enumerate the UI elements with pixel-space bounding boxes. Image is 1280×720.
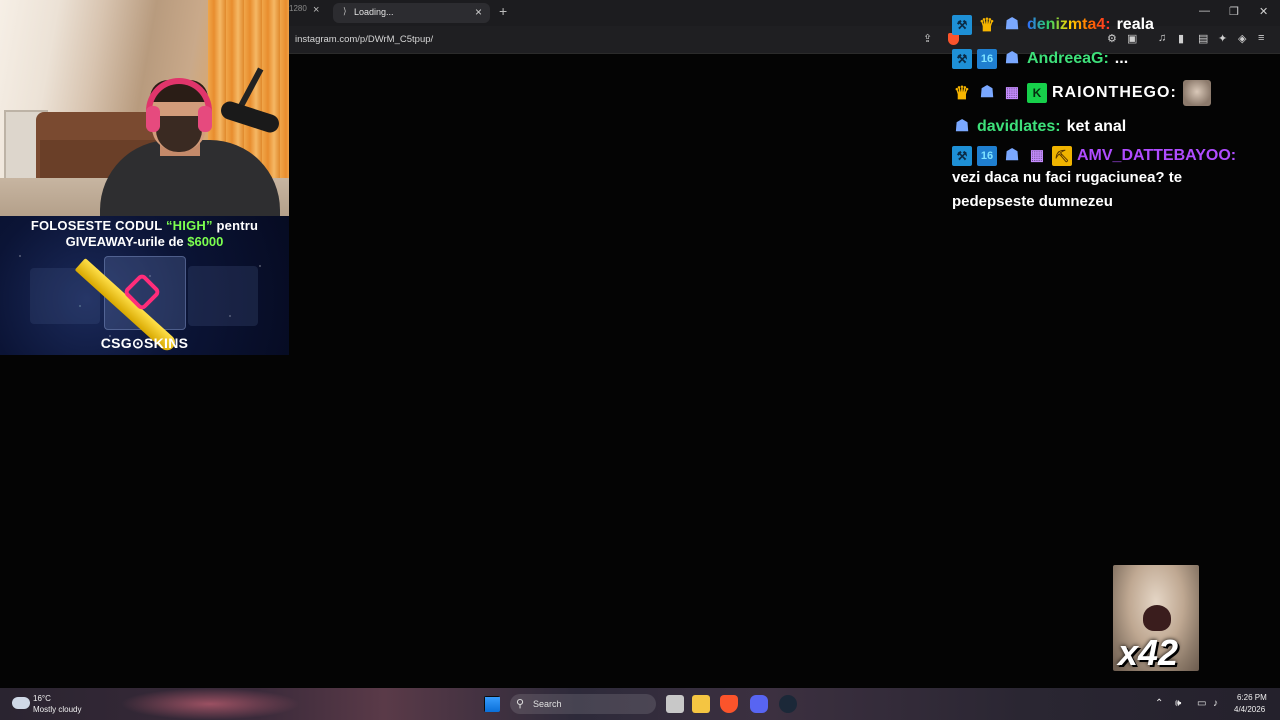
chat-username: AMV_DATTEBAYOO: (1077, 147, 1237, 164)
moderator-badge-icon: ⚒ (952, 49, 972, 69)
cat-emote-icon (1182, 80, 1211, 106)
chat-message: ⚒ 16 ☗ AndreeaG: ... (952, 44, 1272, 74)
tab-active[interactable]: ⟩ Loading... × (333, 3, 490, 23)
chat-username: AndreeaG: (1027, 50, 1109, 67)
subscriber-badge-icon: 16 (977, 146, 997, 166)
chat-username: davidlates: (977, 118, 1061, 135)
tab-previous-label: 1280 (289, 4, 307, 13)
crown-badge-icon: ♛ (953, 83, 971, 103)
kick-badge-icon: K (1027, 83, 1047, 103)
taskbar-search[interactable] (510, 694, 656, 714)
chat-message: ⚒ ♛ ☗ denizmta4: reala (952, 10, 1272, 40)
chat-text: ket anal (1066, 118, 1127, 135)
emote-combo-count: x42 (1118, 632, 1179, 673)
network-icon[interactable]: ▭ (1197, 698, 1206, 709)
screen: 1280 × ⟩ Loading... × + — ❐ ✕ instagram.… (0, 0, 1280, 720)
chat-message: ♛ ☗ ▦ K RAIONTHEGO: (952, 78, 1272, 108)
clock-date[interactable]: 4/4/2026 (1234, 705, 1265, 714)
brave-browser-icon[interactable] (720, 695, 738, 713)
webcam-overlay (0, 0, 289, 216)
promo-code: “HIGH” (165, 218, 213, 233)
moderator-badge-icon: ⚒ (952, 146, 972, 166)
chat-username: RAIONTHEGO: (1052, 84, 1177, 101)
tab-active-close-icon[interactable]: × (475, 5, 482, 19)
loading-spinner-icon: ⟩ (343, 6, 347, 16)
cat-mouth (1143, 605, 1171, 631)
robot-badge-icon: ☗ (979, 84, 995, 101)
headset-ear-right (198, 106, 212, 132)
chat-overlay: ⚒ ♛ ☗ denizmta4: reala ⚒ 16 ☗ AndreeaG: … (952, 10, 1272, 218)
new-tab-button[interactable]: + (499, 3, 507, 19)
chat-text: reala (1116, 16, 1154, 33)
tab-previous-close-icon[interactable]: × (313, 4, 319, 16)
taskbar-wallpaper (120, 688, 300, 720)
taskbar-search-label[interactable]: Search (533, 699, 562, 709)
gift-badge-icon: ▦ (1029, 147, 1045, 164)
crown-badge-icon: ♛ (978, 15, 996, 35)
promo-line-1-prefix: FOLOSESTE CODUL (30, 218, 166, 233)
task-view-icon[interactable] (666, 695, 684, 713)
headset-ear-left (146, 106, 160, 132)
promo-line-2-prefix: GIVEAWAY-urile de (65, 234, 188, 249)
tab-previous[interactable]: 1280 × (289, 4, 329, 22)
share-icon[interactable]: ⇪ (923, 32, 932, 45)
gift-badge-icon: ▦ (1004, 84, 1020, 101)
moderator-badge-icon: ⚒ (952, 15, 972, 35)
weather-description[interactable]: Mostly cloudy (33, 705, 81, 714)
robot-badge-icon: ☗ (1004, 50, 1020, 67)
promo-amount: $6000 (187, 234, 224, 249)
discord-icon[interactable] (750, 695, 768, 713)
robot-badge-icon: ☗ (1004, 16, 1020, 33)
address-bar[interactable]: instagram.com/p/DWrM_C5tpup/ (295, 34, 433, 45)
speaker-icon[interactable]: 🕪 (1175, 698, 1181, 709)
search-icon[interactable]: ⚲ (516, 697, 524, 710)
skin-card-right (188, 266, 258, 326)
promo-banner: FOLOSESTE CODUL “HIGH” pentru GIVEAWAY-u… (0, 216, 289, 355)
promo-line-1: FOLOSESTE CODUL “HIGH” pentru (0, 218, 289, 233)
chat-message: ☗ davidlates: ket anal (952, 112, 1272, 142)
subscriber-badge-icon: 16 (977, 49, 997, 69)
robot-badge-icon: ☗ (1004, 147, 1020, 164)
steam-icon[interactable] (779, 695, 797, 713)
file-explorer-icon[interactable] (692, 695, 710, 713)
chat-message: ⚒ 16 ☗ ▦ ⛏ AMV_DATTEBAYOO: vezi daca nu … (952, 146, 1272, 214)
promo-brand: CSG⊙SKINS (100, 335, 189, 351)
chat-text: ... (1114, 50, 1129, 67)
start-icon[interactable] (484, 696, 500, 712)
clock-time[interactable]: 6:26 PM (1237, 693, 1267, 702)
tray-overflow-icon[interactable]: ⌃ (1155, 698, 1163, 709)
promo-line-1-suffix: pentru (212, 218, 259, 233)
volume-icon[interactable]: ♪ (1213, 698, 1218, 709)
tab-active-title: Loading... (354, 7, 394, 17)
chat-username: denizmta4: (1027, 16, 1111, 33)
robot-badge-icon: ☗ (954, 118, 970, 135)
weather-cloud-icon[interactable] (12, 697, 30, 709)
weather-temperature[interactable]: 16°C (33, 694, 51, 703)
chat-text: vezi daca nu faci rugaciunea? te pedepse… (952, 169, 1183, 210)
pickaxe-badge-icon: ⛏ (1052, 146, 1072, 166)
promo-line-2: GIVEAWAY-urile de $6000 (0, 234, 289, 249)
